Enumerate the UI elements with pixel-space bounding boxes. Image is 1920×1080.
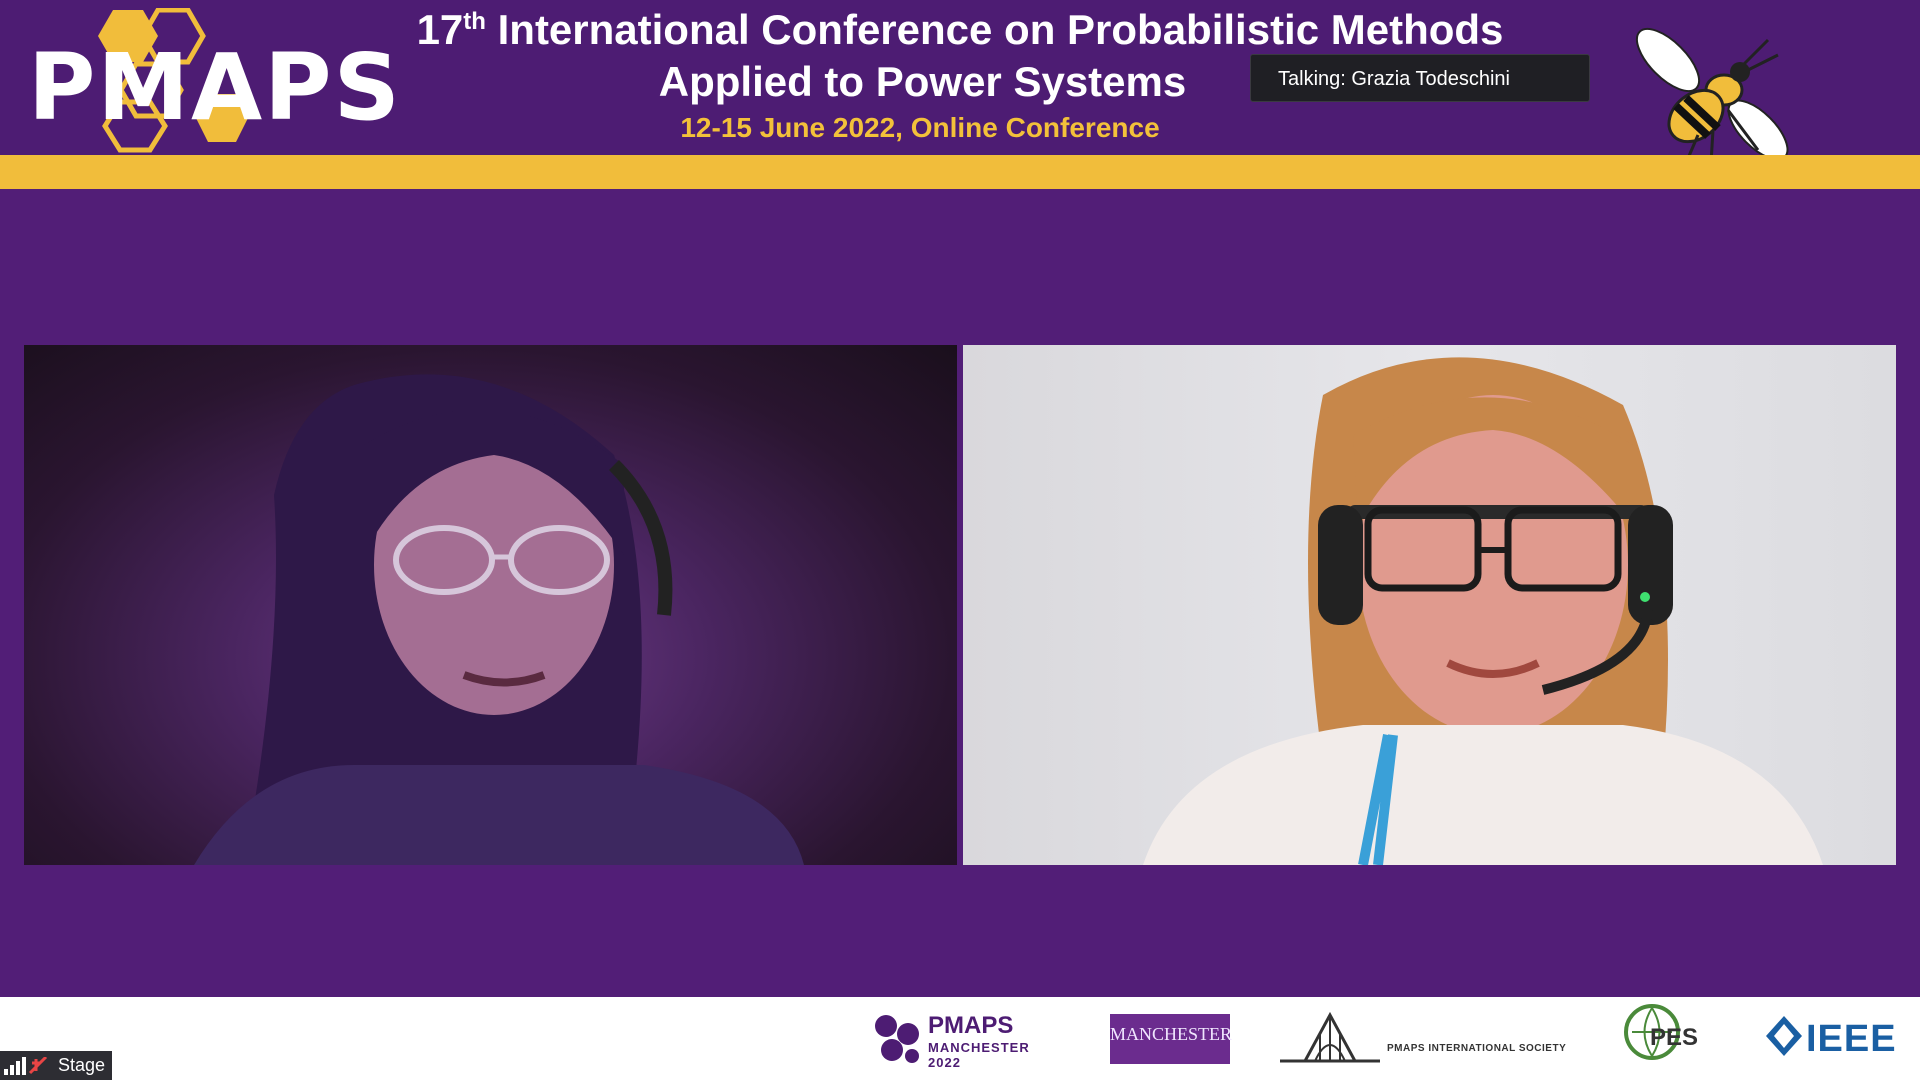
stage-label: Stage [58,1055,106,1075]
title-line-1: 17th International Conference on Probabi… [400,6,1520,54]
pmaps-logo-text: PMAPS [28,34,402,141]
conference-header: PMAPS 17th International Conference on P… [0,0,1920,181]
sponsor-bar: PMAPS MANCHESTER 2022 MANCHESTER PMAPS I… [0,997,1920,1080]
ieee-text: IEEE [1806,1018,1897,1060]
participant-right-video [1143,357,1823,865]
title-number: 17 [416,6,464,53]
stage-status-chip[interactable]: Stage [0,1051,112,1080]
video-tile-right[interactable] [963,345,1896,865]
ieee-pes-logo: PES [1622,1002,1717,1074]
title-ordinal: th [463,8,486,35]
video-tile-left[interactable] [24,345,957,865]
university-manchester-logo: MANCHESTER [1110,1014,1232,1064]
conference-date: 12-15 June 2022, Online Conference [680,112,1160,143]
pmaps-society-logo: PMAPS INTERNATIONAL SOCIETY [1275,1009,1575,1065]
ieee-logo: IEEE [1764,1014,1914,1064]
pmaps-sponsor-name: PMAPS [928,1012,1014,1039]
pmaps-sponsor-sub: MANCHESTER 2022 [928,1040,1030,1070]
title-line-1-text: International Conference on Probabilisti… [485,6,1504,53]
pmaps-small-hex-icon [875,1015,919,1063]
signal-strength-icon [4,1057,48,1075]
pmaps-manchester-logo: PMAPS MANCHESTER 2022 [872,1012,1064,1070]
pes-text: PES [1650,1024,1699,1051]
talking-indicator: Talking: Grazia Todeschini [1250,54,1590,102]
pmaps-society-name: PMAPS INTERNATIONAL SOCIETY [1387,1043,1567,1054]
ieee-diamond-icon [1766,1016,1802,1056]
participant-left-video [194,374,804,865]
gold-divider [0,155,1920,189]
arches-icon [1280,1011,1380,1063]
pmaps-logo: PMAPS [28,8,400,153]
